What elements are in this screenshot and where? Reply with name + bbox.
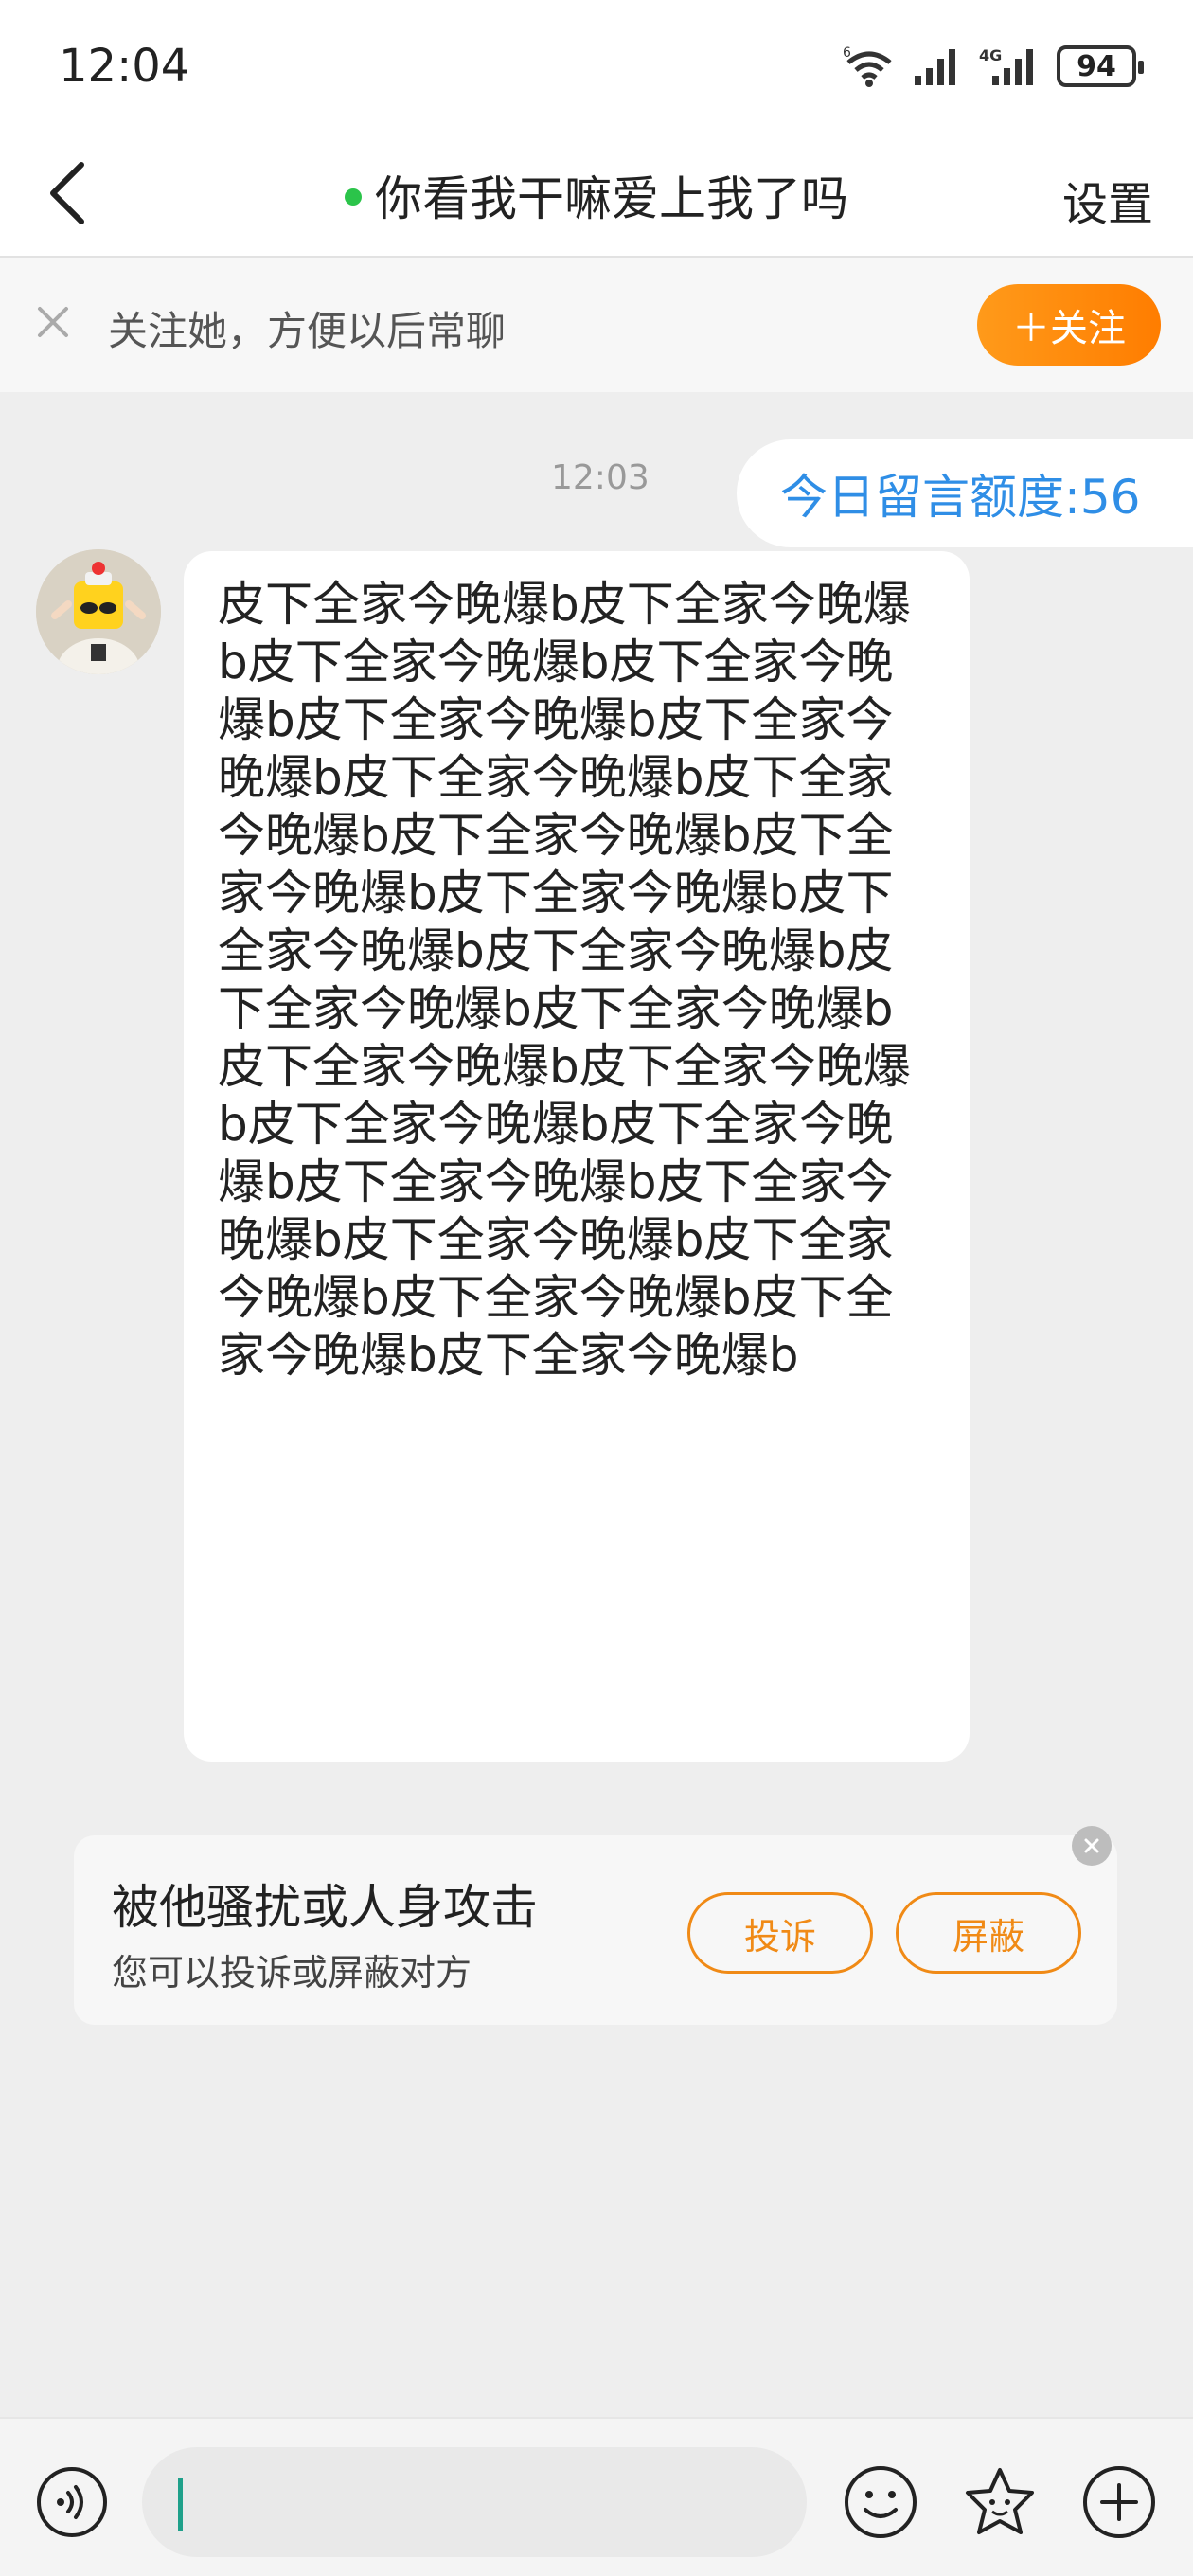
chat-title-text: 你看我干嘛爱上我了吗 bbox=[375, 171, 848, 226]
sticker-icon[interactable] bbox=[960, 2462, 1040, 2542]
battery-level: 94 bbox=[1077, 49, 1116, 83]
wifi-icon: 6 bbox=[843, 45, 892, 87]
chat-title: 你看我干嘛爱上我了吗 bbox=[0, 161, 1193, 229]
report-button[interactable]: 投诉 bbox=[687, 1892, 873, 1974]
message-bubble[interactable]: 皮下全家今晚爆b皮下全家今晚爆b皮下全家今晚爆b皮下全家今晚爆b皮下全家今晚爆b… bbox=[184, 551, 970, 1762]
battery-icon: 94 bbox=[1057, 45, 1144, 87]
quota-badge: 今日留言额度:56 bbox=[737, 439, 1193, 547]
input-bar bbox=[0, 2417, 1193, 2576]
status-time: 12:04 bbox=[59, 40, 190, 93]
message-timestamp: 12:03 bbox=[551, 458, 650, 497]
follow-banner: 关注她，方便以后常聊 ＋关注 bbox=[0, 258, 1193, 392]
network-label: 4G bbox=[979, 46, 1002, 64]
wifi-label: 6 bbox=[843, 45, 851, 61]
signal-4g-icon: 4G bbox=[979, 46, 1033, 85]
follow-button[interactable]: ＋关注 bbox=[977, 284, 1161, 366]
online-status-dot bbox=[345, 188, 362, 206]
avatar[interactable] bbox=[36, 549, 161, 674]
message-input[interactable] bbox=[142, 2447, 807, 2557]
harass-card: 被他骚扰或人身攻击 您可以投诉或屏蔽对方 投诉 屏蔽 bbox=[74, 1826, 1117, 2025]
plus-icon[interactable] bbox=[1079, 2462, 1159, 2542]
block-button[interactable]: 屏蔽 bbox=[896, 1892, 1081, 1974]
close-banner-icon[interactable] bbox=[34, 303, 72, 341]
settings-button[interactable]: 设置 bbox=[1062, 167, 1153, 233]
nav-bar: 你看我干嘛爱上我了吗 设置 bbox=[0, 133, 1193, 258]
harass-card-title: 被他骚扰或人身攻击 bbox=[112, 1880, 538, 1935]
follow-banner-text: 关注她，方便以后常聊 bbox=[108, 308, 507, 354]
emoji-icon[interactable] bbox=[841, 2462, 920, 2542]
text-caret bbox=[178, 2478, 183, 2531]
status-icons: 6 4G 94 bbox=[843, 40, 1144, 93]
harass-card-subtitle: 您可以投诉或屏蔽对方 bbox=[112, 1952, 472, 1994]
close-icon bbox=[1084, 1838, 1099, 1853]
status-bar: 12:04 6 4G 94 bbox=[0, 0, 1193, 133]
chat-area[interactable]: 12:03 今日留言额度:56 皮下全家今晚爆b皮下全家今晚爆b皮下全家今晚爆b… bbox=[0, 392, 1193, 2419]
signal-icon bbox=[915, 49, 955, 85]
voice-icon[interactable] bbox=[34, 2464, 110, 2540]
avatar-illustration bbox=[36, 549, 161, 674]
close-card-button[interactable] bbox=[1072, 1826, 1112, 1866]
